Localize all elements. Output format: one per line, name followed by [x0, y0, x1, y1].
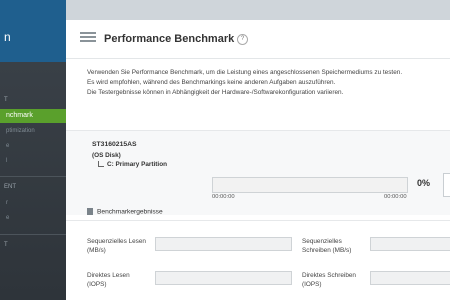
seq-write-value	[370, 237, 450, 251]
panel-header: Performance Benchmark ?	[66, 20, 450, 59]
intro-line: Die Testergebnisse können in Abhängigkei…	[87, 89, 344, 96]
seq-write-label: Sequenzielles Schreiben (MB/s)	[302, 237, 351, 255]
rand-write-value	[370, 271, 450, 285]
intro-line: Es wird empfohlen, während des Benchmark…	[87, 79, 336, 86]
page-title: Performance Benchmark	[104, 33, 235, 45]
app-logo: n	[0, 0, 66, 62]
sidebar-section-header: T	[4, 97, 8, 103]
sidebar-divider	[0, 234, 66, 235]
divider	[66, 220, 450, 221]
seq-read-value	[155, 237, 292, 251]
sidebar-item[interactable]: l	[0, 158, 66, 164]
label-line: Direktes Lesen	[87, 272, 130, 279]
benchmark-icon	[80, 32, 96, 46]
progress-bar	[212, 177, 408, 193]
label-line: Sequenzielles	[302, 238, 342, 245]
sidebar-item[interactable]: e	[0, 143, 66, 149]
progress-percent: 0%	[417, 178, 431, 188]
sidebar-section-header: T	[4, 242, 8, 248]
help-icon[interactable]: ?	[237, 34, 248, 45]
partition-name: C: Primary Partition	[107, 161, 168, 168]
results-title: Benchmarkergebnisse	[97, 208, 163, 216]
sidebar-divider	[0, 176, 66, 177]
sidebar-item-optimization[interactable]: ptimization	[0, 128, 66, 134]
sidebar-section-header: ENT	[4, 184, 16, 190]
start-button[interactable]	[443, 173, 450, 197]
logo-text: n	[4, 30, 11, 44]
device-type: (OS Disk)	[92, 152, 121, 159]
sidebar: n T nchmark ptimization e l ENT r e T	[0, 0, 72, 300]
rand-write-label: Direktes Schreiben (IOPS)	[302, 271, 356, 289]
time-elapsed: 00:00:00	[212, 194, 235, 200]
device-box[interactable]: ST3160215AS (OS Disk) C: Primary Partiti…	[66, 130, 450, 215]
partition-label: C: Primary Partition	[98, 161, 167, 168]
seq-read-label: Sequenzielles Lesen (MB/s)	[87, 237, 146, 255]
label-line: (MB/s)	[87, 247, 106, 254]
sidebar-item[interactable]: r	[0, 200, 66, 206]
label-line: Direktes Schreiben	[302, 272, 356, 279]
label-line: (IOPS)	[302, 281, 322, 288]
rand-read-value	[155, 271, 292, 285]
label-line: Sequenzielles Lesen	[87, 238, 146, 245]
intro-line: Verwenden Sie Performance Benchmark, um …	[87, 69, 403, 76]
sidebar-item[interactable]: e	[0, 215, 66, 221]
label-line: (IOPS)	[87, 281, 107, 288]
results-icon	[87, 208, 93, 215]
sidebar-item-benchmark[interactable]: nchmark	[0, 109, 72, 123]
rand-read-label: Direktes Lesen (IOPS)	[87, 271, 130, 289]
label-line: Schreiben (MB/s)	[302, 247, 352, 254]
results-header: Benchmarkergebnisse	[87, 208, 163, 215]
intro-text: Verwenden Sie Performance Benchmark, um …	[87, 68, 437, 98]
device-model: ST3160215AS	[92, 141, 137, 148]
main-panel: Performance Benchmark ? Verwenden Sie Pe…	[66, 20, 450, 300]
time-remaining: 00:00:00	[384, 194, 407, 200]
tree-branch-icon	[98, 161, 104, 168]
